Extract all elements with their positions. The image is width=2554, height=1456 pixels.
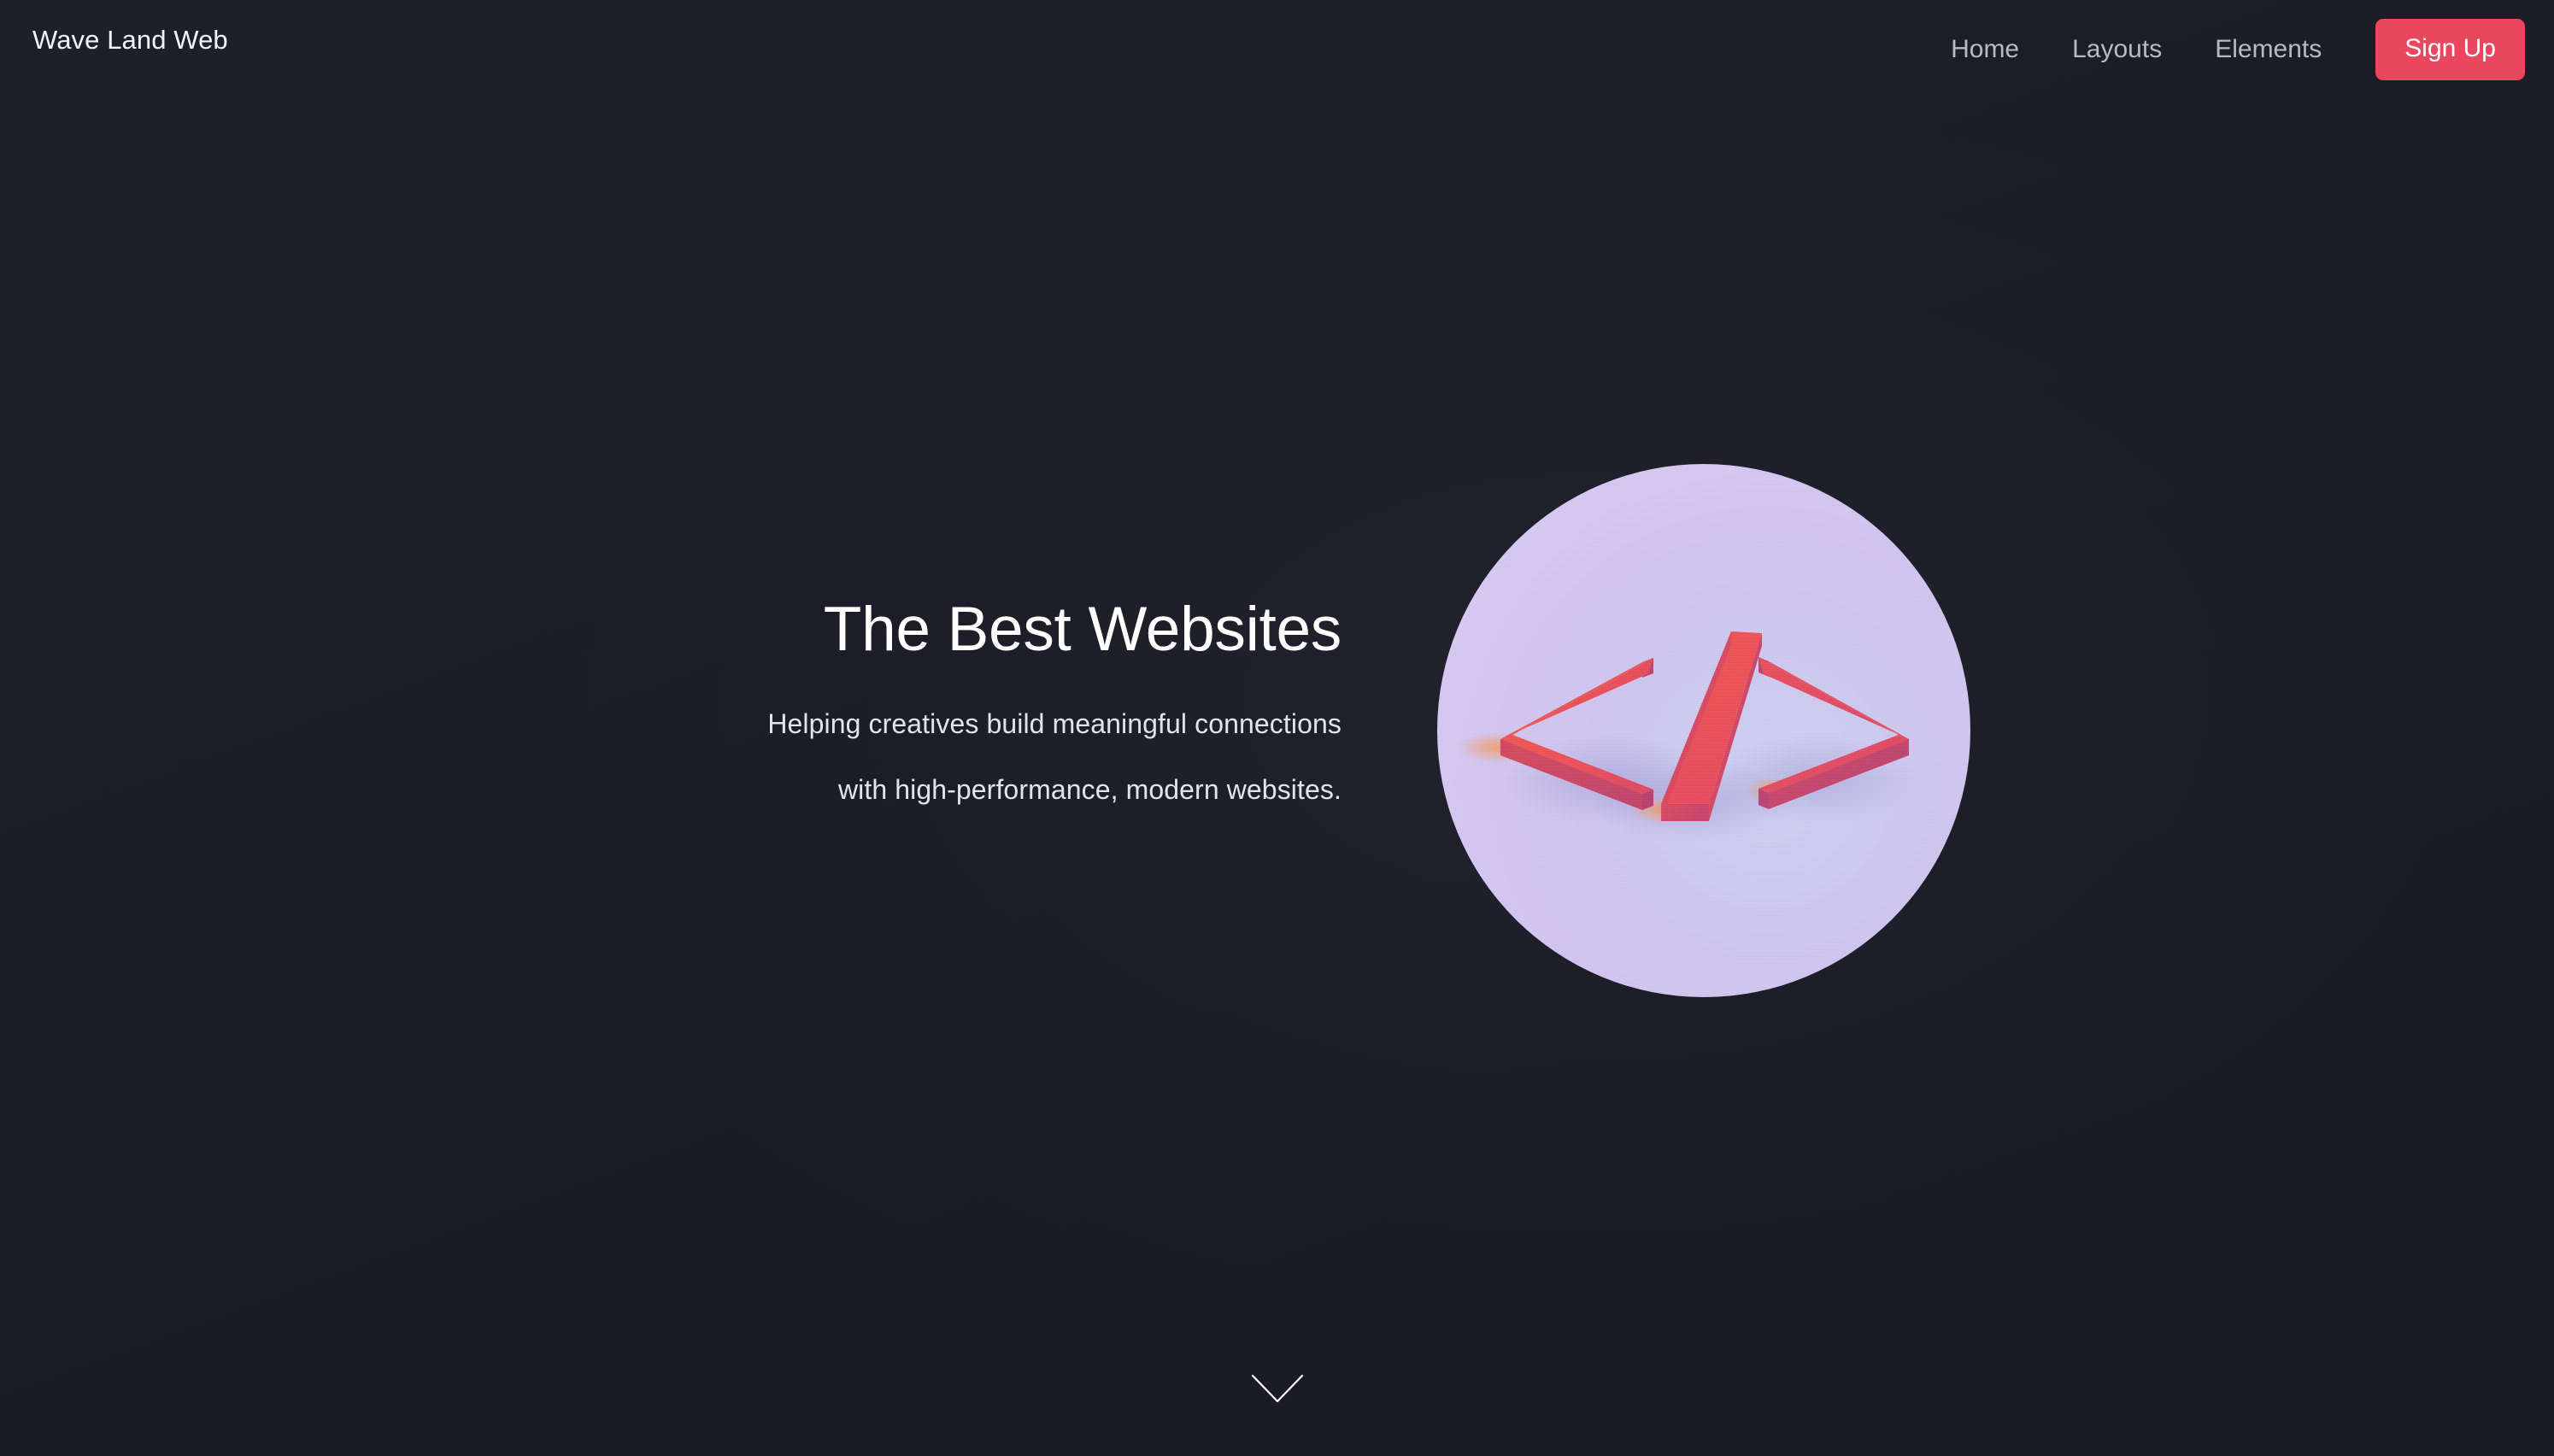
hero-subtitle-line-2: with high-performance, modern websites. bbox=[837, 774, 1342, 805]
chevron-down-icon bbox=[1251, 1374, 1303, 1403]
scroll-down-button[interactable] bbox=[1248, 1367, 1307, 1410]
hero-image-circle bbox=[1437, 464, 1970, 997]
sign-up-button[interactable]: Sign Up bbox=[2375, 19, 2525, 80]
brand-logo[interactable]: Wave Land Web bbox=[32, 26, 228, 53]
site-header: Wave Land Web Home Layouts Elements Sign… bbox=[0, 0, 2554, 103]
hero-subtitle: Helping creatives build meaningful conne… bbox=[0, 691, 1342, 823]
hero-section: The Best Websites Helping creatives buil… bbox=[0, 0, 2554, 1456]
hero-subtitle-line-1: Helping creatives build meaningful conne… bbox=[767, 708, 1342, 739]
nav-link-elements[interactable]: Elements bbox=[2188, 25, 2348, 74]
nav-link-layouts[interactable]: Layouts bbox=[2046, 25, 2188, 74]
code-brackets-3d-icon bbox=[1458, 631, 1916, 842]
nav-link-home[interactable]: Home bbox=[1924, 25, 2046, 74]
hero-copy-block: The Best Websites Helping creatives buil… bbox=[0, 598, 1343, 823]
main-navigation: Home Layouts Elements Sign Up bbox=[1924, 19, 2525, 80]
hero-title: The Best Websites bbox=[823, 595, 1342, 664]
